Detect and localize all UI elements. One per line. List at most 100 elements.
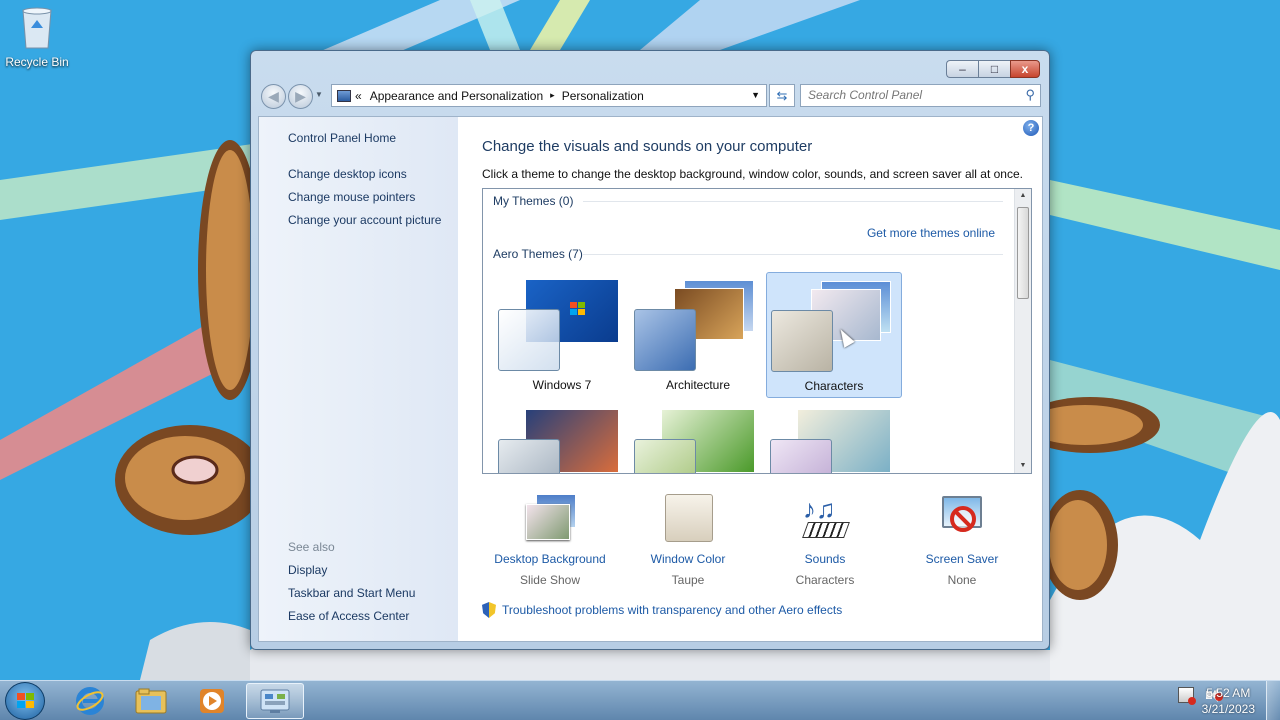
scroll-down-icon[interactable]: ▼ (1015, 459, 1031, 473)
forward-button[interactable]: ▶ (288, 84, 313, 109)
back-arrow-icon: ◀ (268, 88, 279, 104)
see-also-heading: See also (288, 540, 335, 554)
troubleshoot-label[interactable]: Troubleshoot problems with transparency … (502, 603, 842, 617)
media-player-icon (200, 689, 224, 713)
setting-label[interactable]: Screen Saver (892, 552, 1032, 566)
desktop-background-icon (522, 494, 578, 544)
close-icon: x (1021, 62, 1029, 76)
search-placeholder: Search Control Panel (808, 88, 923, 102)
window-controls: – □ x (946, 60, 1040, 78)
group-divider (583, 201, 1003, 202)
show-desktop-button[interactable] (1266, 681, 1280, 720)
troubleshoot-link[interactable]: Troubleshoot problems with transparency … (482, 602, 842, 618)
content-area: Control Panel Home Change desktop icons … (258, 116, 1043, 642)
setting-label[interactable]: Desktop Background (480, 552, 620, 566)
window-glass-preview (498, 309, 560, 371)
address-overflow-chevron[interactable]: « (355, 89, 362, 103)
display-link[interactable]: Display (288, 563, 327, 577)
taskbar-start-menu-link[interactable]: Taskbar and Start Menu (288, 586, 415, 600)
window-color-icon (660, 494, 716, 544)
help-icon[interactable]: ? (1023, 120, 1039, 136)
windows-logo-icon (17, 693, 35, 710)
setting-value: Characters (795, 573, 855, 587)
recent-pages-dropdown-icon[interactable]: ▼ (315, 90, 323, 99)
recycle-bin[interactable]: Recycle Bin (4, 6, 70, 69)
get-more-themes-link[interactable]: Get more themes online (867, 226, 995, 240)
scroll-up-icon[interactable]: ▲ (1015, 189, 1031, 203)
taskbar-internet-explorer[interactable] (61, 683, 119, 719)
theme-characters[interactable]: Characters (766, 272, 902, 398)
taskbar-control-panel[interactable] (246, 683, 304, 719)
setting-label[interactable]: Window Color (618, 552, 758, 566)
window-glass-preview (771, 310, 833, 372)
window-glass-preview (498, 439, 560, 473)
back-button[interactable]: ◀ (261, 84, 286, 109)
breadcrumb-separator-icon[interactable]: ▸ (550, 90, 555, 101)
window-glass-preview (770, 439, 832, 473)
window-color-setting[interactable]: Window Color Taupe (618, 494, 758, 587)
maximize-button[interactable]: □ (978, 60, 1010, 78)
recycle-bin-label: Recycle Bin (5, 55, 69, 69)
sounds-setting[interactable]: ♪♫ Sounds Characters (755, 494, 895, 587)
minimize-button[interactable]: – (946, 60, 978, 78)
theme-tile-partial[interactable] (766, 402, 902, 473)
theme-list-scrollbar[interactable]: ▲ ▼ (1014, 189, 1031, 473)
theme-architecture[interactable]: Architecture (630, 272, 766, 398)
my-themes-heading: My Themes (0) (493, 194, 574, 208)
start-button[interactable] (5, 682, 45, 720)
theme-name: Characters (804, 379, 864, 393)
setting-value: Slide Show (519, 573, 581, 587)
refresh-button[interactable]: ⇆ (769, 84, 795, 107)
uac-shield-icon (482, 602, 496, 618)
control-panel-icon (337, 89, 351, 102)
scroll-thumb[interactable] (1017, 207, 1029, 299)
setting-value: None (947, 573, 977, 587)
control-panel-home-link[interactable]: Control Panel Home (288, 131, 396, 145)
aero-themes-heading: Aero Themes (7) (493, 247, 583, 261)
change-account-picture-link[interactable]: Change your account picture (288, 213, 441, 227)
screen-saver-icon (934, 494, 990, 544)
theme-tile-partial[interactable] (494, 402, 630, 473)
theme-windows-7[interactable]: Windows 7 (494, 272, 630, 398)
personalization-window: – □ x ◀ ▶ ▼ « Appearance and Personaliza… (250, 50, 1050, 650)
close-button[interactable]: x (1010, 60, 1040, 78)
main-pane: ? Change the visuals and sounds on your … (458, 117, 1042, 641)
desktop-background-setting[interactable]: Desktop Background Slide Show (480, 494, 620, 587)
taskbar-media-player[interactable] (183, 683, 241, 719)
setting-value: Taupe (671, 573, 705, 587)
maximize-icon: □ (990, 62, 999, 76)
task-pane: Control Panel Home Change desktop icons … (259, 117, 458, 641)
theme-name: Windows 7 (532, 378, 592, 392)
change-mouse-pointers-link[interactable]: Change mouse pointers (288, 190, 415, 204)
address-dropdown-icon[interactable]: ▼ (751, 90, 760, 100)
search-input[interactable]: Search Control Panel ⚲ (800, 84, 1041, 107)
navigation-bar: ◀ ▶ ▼ « Appearance and Personalization ▸… (259, 82, 1041, 110)
taskbar-windows-explorer[interactable] (122, 683, 180, 719)
change-desktop-icons-link[interactable]: Change desktop icons (288, 167, 407, 181)
sounds-icon: ♪♫ (797, 494, 853, 544)
window-glass-preview (634, 439, 696, 473)
screen-saver-setting[interactable]: Screen Saver None (892, 494, 1032, 587)
action-center-icon[interactable] (1178, 687, 1196, 705)
forward-arrow-icon: ▶ (295, 88, 306, 104)
refresh-icon: ⇆ (776, 87, 788, 103)
internet-explorer-icon (76, 687, 104, 715)
folder-icon (135, 688, 167, 714)
theme-list[interactable]: My Themes (0) Get more themes online Aer… (482, 188, 1032, 474)
clock-date: 3/21/2023 (1201, 702, 1255, 716)
address-bar[interactable]: « Appearance and Personalization ▸ Perso… (331, 84, 767, 107)
theme-name: Architecture (665, 378, 731, 392)
clock-time: 5:52 AM (1206, 686, 1251, 700)
page-subtitle: Click a theme to change the desktop back… (482, 167, 1023, 181)
recycle-bin-icon (22, 7, 52, 49)
breadcrumb-appearance[interactable]: Appearance and Personalization (370, 89, 543, 103)
minimize-icon: – (959, 62, 966, 76)
control-panel-icon (260, 689, 290, 713)
ease-of-access-link[interactable]: Ease of Access Center (288, 609, 409, 623)
setting-label[interactable]: Sounds (755, 552, 895, 566)
theme-tile-partial[interactable] (630, 402, 766, 473)
taskbar-clock[interactable]: 5:52 AM 3/21/2023 (1202, 685, 1255, 717)
page-title: Change the visuals and sounds on your co… (482, 138, 813, 155)
search-icon[interactable]: ⚲ (1025, 87, 1035, 103)
breadcrumb-personalization[interactable]: Personalization (562, 89, 644, 103)
